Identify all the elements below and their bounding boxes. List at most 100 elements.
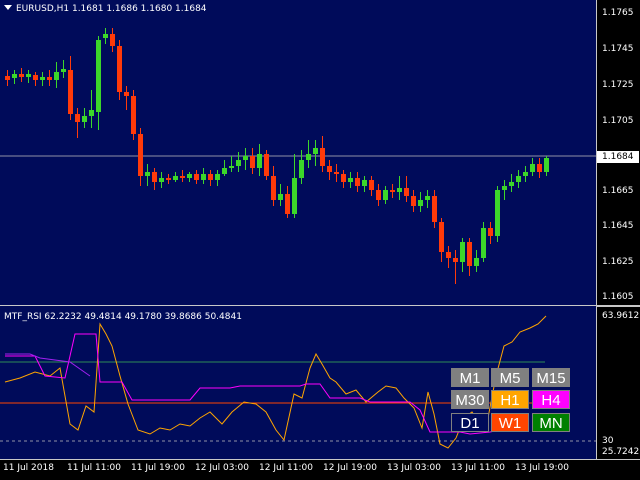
candle-body	[460, 242, 465, 262]
candle-body	[257, 154, 262, 168]
indicator-level-label: 30	[602, 436, 614, 446]
price-tick: 1.1625	[602, 257, 634, 267]
candle-body	[110, 34, 115, 46]
candle-body	[425, 196, 430, 200]
candle-body	[348, 178, 353, 182]
candle-body	[54, 72, 59, 80]
time-tick: 11 Jul 2018	[3, 463, 54, 473]
price-tick: 1.1745	[602, 44, 634, 54]
candle-body	[341, 174, 346, 182]
candle-body	[299, 160, 304, 178]
time-tick: 12 Jul 11:00	[259, 463, 313, 473]
candle-body	[278, 194, 283, 200]
timeframe-button-h4[interactable]: H4	[532, 390, 570, 409]
timeframe-button-m15[interactable]: M15	[532, 368, 570, 387]
candle-body	[12, 74, 17, 78]
candle-body	[68, 70, 73, 114]
timeframe-button-m1[interactable]: M1	[451, 368, 489, 387]
candle-body	[411, 196, 416, 206]
price-tick: 1.1725	[602, 80, 634, 90]
candle-body	[390, 190, 395, 192]
timeframe-button-h1[interactable]: H1	[491, 390, 529, 409]
candle-body	[523, 172, 528, 176]
candle-body	[250, 156, 255, 168]
candle-body	[439, 222, 444, 252]
candle-body	[488, 228, 493, 236]
candle-body	[432, 196, 437, 222]
candle-body	[194, 174, 199, 180]
candle-body	[75, 114, 80, 122]
time-tick: 13 Jul 19:00	[515, 463, 569, 473]
time-tick: 13 Jul 11:00	[451, 463, 505, 473]
candle-body	[236, 160, 241, 166]
rsi-line-m30	[5, 353, 91, 377]
current-price-label: 1.1684	[597, 151, 639, 163]
time-axis-separator	[0, 459, 640, 460]
candle-body	[40, 77, 45, 80]
candle-body	[467, 242, 472, 266]
candle-body	[376, 190, 381, 200]
candle-body	[47, 77, 52, 80]
candle-body	[61, 69, 66, 72]
candle-body	[453, 258, 458, 262]
time-tick: 13 Jul 03:00	[387, 463, 441, 473]
candle-body	[495, 190, 500, 236]
candle-body	[5, 76, 10, 80]
candle-body	[481, 228, 486, 258]
candle-body	[516, 176, 521, 182]
candle-body	[131, 96, 136, 134]
candle-body	[26, 74, 31, 77]
time-tick: 11 Jul 11:00	[67, 463, 121, 473]
price-chart-panel[interactable]: EURUSD,H1 1.1681 1.1686 1.1680 1.1684	[0, 0, 596, 305]
timeframe-button-m5[interactable]: M5	[491, 368, 529, 387]
candle-body	[103, 34, 108, 38]
candle-body	[124, 92, 129, 96]
candle-body	[33, 75, 38, 80]
candle-body	[544, 158, 549, 172]
candle-body	[89, 110, 94, 116]
candle-body	[152, 172, 157, 182]
timeframe-button-mn[interactable]: MN	[532, 413, 570, 432]
indicator-max-label: 63.9612	[602, 311, 640, 321]
candle-body	[537, 164, 542, 172]
candle-body	[180, 176, 185, 178]
candle-body	[334, 172, 339, 174]
candle-body	[271, 176, 276, 200]
candle-body	[208, 174, 213, 180]
time-tick: 12 Jul 19:00	[323, 463, 377, 473]
candle-body	[159, 178, 164, 182]
timeframe-button-d1[interactable]: D1	[451, 413, 489, 432]
candle-body	[201, 174, 206, 180]
candle-body	[138, 134, 143, 176]
time-tick: 11 Jul 19:00	[131, 463, 185, 473]
chart-header: EURUSD,H1 1.1681 1.1686 1.1680 1.1684	[4, 4, 207, 14]
time-tick: 12 Jul 03:00	[195, 463, 249, 473]
dropdown-triangle-icon[interactable]	[4, 5, 12, 10]
candle-body	[229, 166, 234, 168]
candle-body	[474, 258, 479, 266]
indicator-min-label: 25.7242	[602, 447, 640, 457]
candle-body	[383, 190, 388, 200]
timeframe-button-w1[interactable]: W1	[491, 413, 529, 432]
price-tick: 1.1765	[602, 8, 634, 18]
candle-body	[404, 188, 409, 196]
candle-body	[166, 178, 171, 180]
candle-body	[264, 154, 269, 176]
candle-body	[292, 178, 297, 214]
indicator-header: MTF_RSI 62.2232 49.4814 49.1780 39.8686 …	[4, 312, 242, 322]
price-tick: 1.1645	[602, 221, 634, 231]
rsi-line-h4	[5, 333, 501, 435]
candle-body	[313, 148, 318, 154]
candle-body	[187, 174, 192, 178]
candle-body	[19, 74, 24, 77]
symbol-ohlc-label: EURUSD,H1 1.1681 1.1686 1.1680 1.1684	[16, 4, 207, 14]
candle-body	[397, 188, 402, 192]
candlestick-chart	[0, 28, 596, 284]
timeframe-button-m30[interactable]: M30	[451, 390, 489, 409]
price-tick: 1.1605	[602, 292, 634, 302]
candle-body	[96, 40, 101, 112]
candle-body	[418, 200, 423, 206]
price-tick: 1.1665	[602, 186, 634, 196]
candle-body	[243, 156, 248, 160]
candle-body	[355, 178, 360, 186]
